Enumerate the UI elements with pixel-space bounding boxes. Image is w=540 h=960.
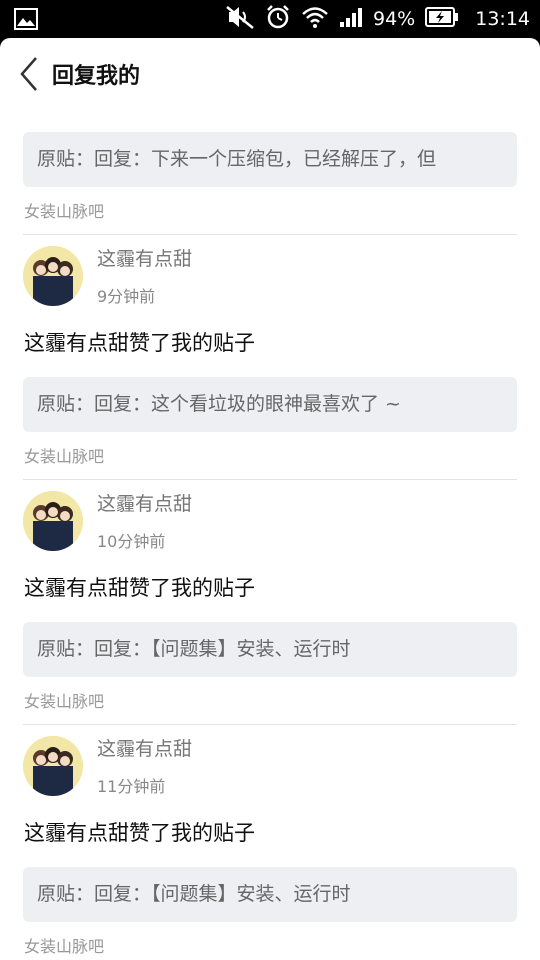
timestamp: 10分钟前 [97, 532, 166, 551]
username[interactable]: 这霾有点甜 [97, 244, 192, 271]
original-post-quote[interactable]: 原贴：回复：【问题集】安装、运行时 [23, 622, 517, 677]
status-bar: 94% 13:14 [0, 0, 540, 38]
wifi-icon [301, 5, 329, 33]
image-icon [14, 8, 38, 34]
forum-name[interactable]: 女装山脉吧 [24, 198, 104, 222]
list-item[interactable]: 原贴：回复：下来一个压缩包，已经解压了，但 女装山脉吧 [0, 110, 540, 235]
chevron-left-icon [20, 57, 37, 91]
forum-name[interactable]: 女装山脉吧 [24, 443, 104, 467]
username[interactable]: 这霾有点甜 [97, 489, 192, 516]
notification-text: 这霾有点甜赞了我的贴子 [24, 331, 255, 355]
signal-icon [339, 6, 363, 32]
forum-name[interactable]: 女装山脉吧 [24, 933, 104, 957]
original-post-quote[interactable]: 原贴：回复：这个看垃圾的眼神最喜欢了 ~ [23, 377, 517, 432]
battery-percent: 94% [373, 8, 416, 30]
timestamp: 11分钟前 [97, 777, 166, 796]
notification-text: 这霾有点甜赞了我的贴子 [24, 576, 255, 600]
avatar[interactable] [23, 491, 83, 551]
list-item[interactable]: 这霾有点甜 11分钟前 这霾有点甜赞了我的贴子 原贴：回复：【问题集】安装、运行… [0, 724, 540, 960]
page-title: 回复我的 [52, 64, 141, 89]
username[interactable]: 这霾有点甜 [97, 734, 192, 761]
back-button[interactable] [14, 54, 46, 94]
original-post-quote[interactable]: 原贴：回复：【问题集】安装、运行时 [23, 867, 517, 922]
forum-name[interactable]: 女装山脉吧 [24, 688, 104, 712]
mute-icon [225, 4, 255, 34]
avatar[interactable] [23, 736, 83, 796]
clock: 13:14 [475, 8, 530, 30]
notification-text: 这霾有点甜赞了我的贴子 [24, 821, 255, 845]
battery-charging-icon [425, 6, 459, 32]
alarm-icon [265, 4, 291, 34]
timestamp: 9分钟前 [97, 287, 156, 306]
app-window: 回复我的 原贴：回复：下来一个压缩包，已经解压了，但 女装山脉吧 这霾有点甜 9… [0, 38, 540, 960]
avatar[interactable] [23, 246, 83, 306]
list-item[interactable]: 这霾有点甜 9分钟前 这霾有点甜赞了我的贴子 原贴：回复：这个看垃圾的眼神最喜欢… [0, 234, 540, 480]
header: 回复我的 [0, 38, 540, 110]
notification-feed[interactable]: 原贴：回复：下来一个压缩包，已经解压了，但 女装山脉吧 这霾有点甜 9分钟前 这… [0, 110, 540, 960]
list-item[interactable]: 这霾有点甜 10分钟前 这霾有点甜赞了我的贴子 原贴：回复：【问题集】安装、运行… [0, 479, 540, 725]
original-post-quote[interactable]: 原贴：回复：下来一个压缩包，已经解压了，但 [23, 132, 517, 187]
